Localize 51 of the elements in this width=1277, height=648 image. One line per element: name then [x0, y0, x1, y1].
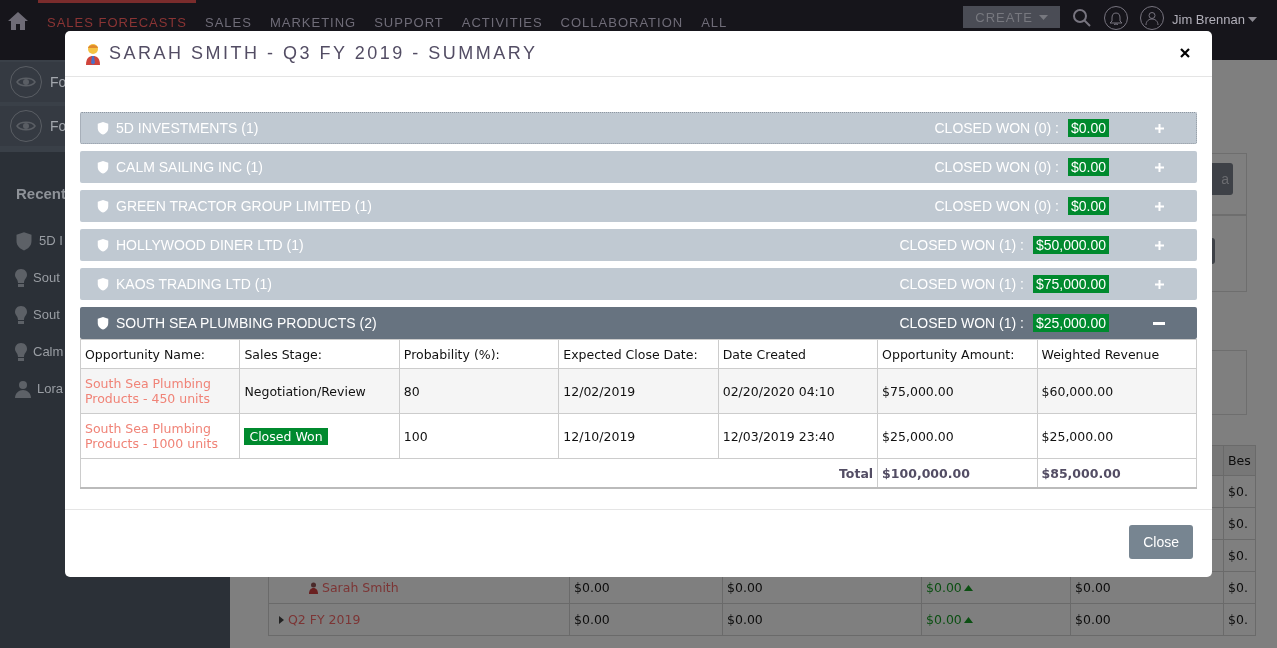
group-summary: CLOSED WON (1) : [899, 237, 1024, 253]
table-cell: $0. [1223, 475, 1256, 508]
table-cell: $60,000.00 [1037, 368, 1197, 414]
table-cell: $0.00 [926, 612, 973, 627]
column-header: Sales Stage: [239, 339, 400, 369]
group-name: 5D INVESTMENTS (1) [116, 120, 259, 136]
amount-badge: $0.00 [1067, 119, 1109, 137]
table-cell: $0. [1223, 571, 1256, 604]
group-name: KAOS TRADING LTD (1) [116, 276, 272, 292]
amount-badge: $75,000.00 [1032, 275, 1109, 293]
recent-heading: Recent [16, 185, 67, 202]
amount-badge: $0.00 [1067, 197, 1109, 215]
table-cell: $0.00 [722, 603, 922, 636]
table-cell: 12/10/2019 [558, 413, 719, 459]
column-header: Opportunity Name: [80, 339, 240, 369]
amount-badge: $50,000.00 [1032, 236, 1109, 254]
dialog-title: SARAH SMITH - Q3 FY 2019 - SUMMARY [109, 43, 538, 64]
column-header: Opportunity Amount: [877, 339, 1038, 369]
column-header: Weighted Revenue [1037, 339, 1197, 369]
column-header: Probability (%): [399, 339, 559, 369]
total-label: Total [838, 465, 874, 481]
table-cell: $0. [1223, 603, 1256, 636]
table-cell: $75,000.00 [877, 368, 1038, 414]
group-summary: CLOSED WON (0) : [934, 198, 1059, 214]
stage-badge: Closed Won [244, 427, 328, 445]
group-summary: CLOSED WON (0) : [934, 159, 1059, 175]
table-cell: $25,000.00 [877, 413, 1038, 459]
table-cell: 12/02/2019 [558, 368, 719, 414]
table-cell: Negotiation/Review [244, 383, 366, 399]
table-cell: $0.00 [1070, 603, 1224, 636]
table-cell: $0. [1223, 539, 1256, 572]
group-name: HOLLYWOOD DINER LTD (1) [116, 237, 304, 253]
table-cell: $0.00 [926, 580, 973, 595]
table-cell: 80 [399, 368, 559, 414]
column-header: Expected Close Date: [558, 339, 719, 369]
table-cell: 12/03/2019 23:40 [718, 413, 878, 459]
table-cell: $25,000.00 [1037, 413, 1197, 459]
amount-badge: $0.00 [1067, 158, 1109, 176]
group-summary: CLOSED WON (1) : [899, 315, 1024, 331]
group-name: SOUTH SEA PLUMBING PRODUCTS (2) [116, 315, 377, 331]
group-name: CALM SAILING INC (1) [116, 159, 264, 175]
amount-badge: $25,000.00 [1032, 314, 1109, 332]
table-cell: 100 [399, 413, 559, 459]
group-name: GREEN TRACTOR GROUP LIMITED (1) [116, 198, 372, 214]
group-summary: CLOSED WON (0) : [934, 120, 1059, 136]
table-cell: $0.00 [569, 603, 723, 636]
table-cell: 02/20/2020 04:10 [718, 368, 878, 414]
column-header: Bes [1223, 445, 1256, 476]
table-cell: $0. [1223, 507, 1256, 540]
group-summary: CLOSED WON (1) : [899, 276, 1024, 292]
column-header: Date Created [718, 339, 878, 369]
